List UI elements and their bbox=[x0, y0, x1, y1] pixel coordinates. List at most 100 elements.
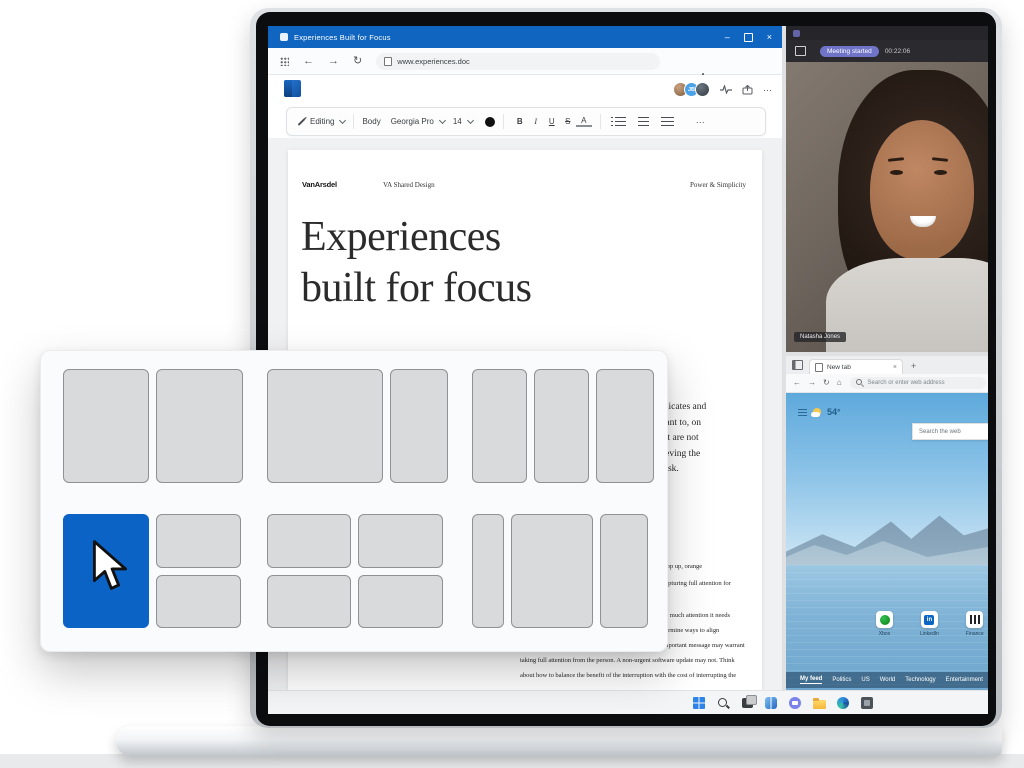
nav-entertainment[interactable]: Entertainment bbox=[946, 677, 983, 683]
tab-new-tab[interactable]: New tab × bbox=[809, 359, 903, 374]
address-search-field[interactable]: Search or enter web address bbox=[850, 377, 986, 389]
layout-narrow-wide-narrow bbox=[472, 514, 654, 628]
text-line: taking full attention from the person. A… bbox=[520, 653, 760, 668]
more-formatting-icon[interactable]: ⋯ bbox=[696, 117, 705, 127]
search-button[interactable] bbox=[716, 696, 730, 710]
font-selector[interactable]: Georgia Pro bbox=[391, 117, 445, 126]
refresh-icon[interactable]: ↻ bbox=[353, 56, 362, 67]
widgets-icon bbox=[765, 697, 777, 709]
address-url: www.experiences.doc bbox=[397, 57, 470, 66]
numbered-list-icon[interactable] bbox=[638, 117, 649, 126]
menu-icon[interactable] bbox=[798, 409, 807, 416]
layout-two-equal-columns bbox=[63, 369, 243, 483]
teams-chat-button[interactable] bbox=[788, 696, 802, 710]
back-icon[interactable]: ← bbox=[793, 379, 801, 387]
activity-pulse-icon[interactable] bbox=[720, 85, 732, 94]
web-search-box[interactable]: Search the web bbox=[912, 423, 988, 440]
underline-button[interactable]: U bbox=[544, 117, 560, 126]
snap-cell[interactable] bbox=[267, 514, 351, 568]
gallery-view-icon[interactable] bbox=[795, 46, 806, 56]
share-icon[interactable] bbox=[742, 85, 753, 95]
windows-taskbar bbox=[268, 690, 988, 714]
quick-link-linkedin[interactable]: in LinkedIn bbox=[920, 611, 939, 637]
formatting-toolbar-row: Editing Body Georgia Pro 14 bbox=[268, 104, 782, 139]
divider bbox=[600, 114, 601, 129]
finance-bars-icon bbox=[966, 611, 983, 628]
back-icon[interactable]: ← bbox=[303, 56, 314, 67]
start-button[interactable] bbox=[692, 696, 706, 710]
style-selector[interactable]: Body bbox=[362, 117, 380, 126]
snap-cell[interactable] bbox=[472, 369, 527, 483]
edge-icon bbox=[837, 697, 849, 709]
task-view-button[interactable] bbox=[740, 696, 754, 710]
home-icon[interactable]: ⌂ bbox=[837, 379, 842, 387]
forward-icon[interactable]: → bbox=[328, 56, 339, 67]
bold-button[interactable]: B bbox=[512, 117, 528, 126]
nav-my-feed[interactable]: My feed bbox=[800, 676, 822, 684]
quick-links-row: Xbox in LinkedIn Finance bbox=[876, 611, 984, 637]
face-detail bbox=[910, 216, 936, 227]
snap-cell[interactable] bbox=[600, 514, 648, 628]
nav-technology[interactable]: Technology bbox=[905, 677, 935, 683]
editing-mode-dropdown[interactable]: Editing bbox=[297, 117, 345, 126]
collaborator-avatars[interactable]: JB bbox=[673, 82, 710, 97]
more-options-icon[interactable]: ⋯ bbox=[763, 85, 772, 95]
tab-close-icon[interactable]: × bbox=[893, 364, 897, 371]
close-button[interactable]: × bbox=[767, 33, 772, 42]
bullet-list-icon[interactable] bbox=[615, 117, 626, 126]
snap-cell[interactable] bbox=[390, 369, 448, 483]
refresh-icon[interactable]: ↻ bbox=[823, 379, 830, 387]
word-app-icon[interactable] bbox=[284, 80, 301, 97]
nav-politics[interactable]: Politics bbox=[832, 677, 851, 683]
strikethrough-button[interactable]: S bbox=[560, 117, 576, 126]
meeting-timer: 00:22:06 bbox=[885, 48, 910, 55]
apps-grid-icon[interactable] bbox=[280, 57, 289, 66]
snap-cell[interactable] bbox=[156, 514, 241, 568]
address-bar[interactable]: www.experiences.doc bbox=[376, 53, 660, 70]
snap-cell[interactable] bbox=[267, 575, 351, 629]
font-color-button[interactable] bbox=[485, 117, 495, 127]
nav-world[interactable]: World bbox=[880, 677, 896, 683]
highlight-button[interactable]: A bbox=[576, 116, 592, 127]
snap-cell[interactable] bbox=[63, 369, 149, 483]
snap-cell[interactable] bbox=[596, 369, 654, 483]
snap-cell[interactable] bbox=[267, 369, 383, 483]
snap-cell[interactable] bbox=[472, 514, 504, 628]
widgets-button[interactable] bbox=[764, 696, 778, 710]
store-button[interactable] bbox=[860, 696, 874, 710]
document-header-actions: JB ⋯ bbox=[673, 75, 772, 104]
snap-cell[interactable] bbox=[358, 575, 443, 629]
snap-stack bbox=[358, 514, 443, 628]
window-titlebar[interactable]: Experiences Built for Focus – × bbox=[268, 26, 782, 48]
snap-cell[interactable] bbox=[534, 369, 589, 483]
vertical-tabs-icon[interactable] bbox=[792, 360, 803, 370]
quick-link-finance[interactable]: Finance bbox=[966, 611, 984, 637]
forward-icon[interactable]: → bbox=[808, 379, 816, 387]
partly-sunny-icon bbox=[813, 408, 821, 416]
divider bbox=[353, 114, 354, 129]
nav-us[interactable]: US bbox=[861, 677, 869, 683]
snap-cell[interactable] bbox=[156, 575, 241, 629]
alignment-icon[interactable] bbox=[661, 117, 674, 126]
pencil-icon bbox=[298, 118, 306, 126]
font-size-selector[interactable]: 14 bbox=[453, 117, 473, 126]
heading-line: Experiences bbox=[301, 212, 531, 263]
snap-cell[interactable] bbox=[156, 369, 243, 483]
italic-button[interactable]: I bbox=[528, 117, 544, 126]
quick-link-xbox[interactable]: Xbox bbox=[876, 611, 893, 637]
snap-cell[interactable] bbox=[358, 514, 443, 568]
new-tab-button[interactable]: + bbox=[911, 361, 916, 371]
heading-line: built for focus bbox=[301, 263, 531, 314]
chevron-down-icon bbox=[339, 117, 346, 124]
document-tagline: Power & Simplicity bbox=[690, 181, 746, 189]
minimize-button[interactable]: – bbox=[725, 33, 730, 42]
taskbar-icons bbox=[692, 696, 874, 710]
snap-cell[interactable] bbox=[511, 514, 593, 628]
weather-widget[interactable]: 54° bbox=[798, 407, 841, 417]
file-explorer-button[interactable] bbox=[812, 696, 826, 710]
snap-stack bbox=[267, 514, 351, 628]
newtab-page: 54° Search the web Xbox in LinkedIn bbox=[786, 393, 988, 690]
teams-titlebar[interactable] bbox=[786, 26, 988, 40]
maximize-button[interactable] bbox=[744, 33, 753, 42]
edge-button[interactable] bbox=[836, 696, 850, 710]
